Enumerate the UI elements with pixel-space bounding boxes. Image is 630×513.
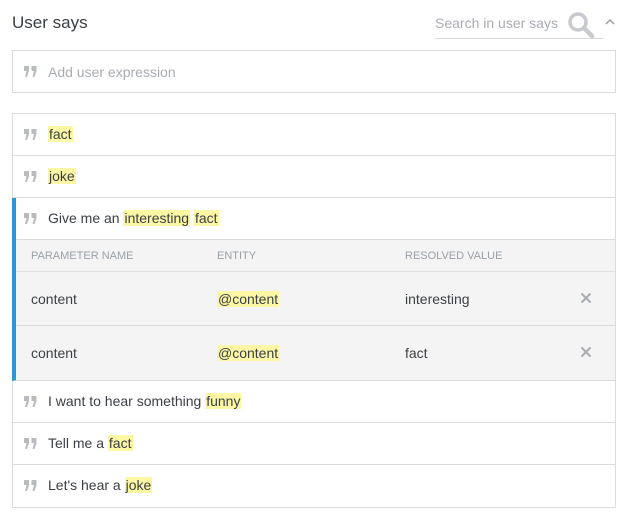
search-box[interactable]	[435, 9, 603, 39]
user-says-header: User says	[12, 0, 616, 46]
expression-row[interactable]: Give me an interesting fact	[16, 198, 615, 240]
resolved-value: fact	[405, 345, 428, 361]
quote-icon	[24, 66, 37, 77]
expression-list: fact joke Give me an interesting fact PARAM…	[12, 113, 616, 508]
expression-text: Let's hear a joke	[48, 477, 153, 493]
expression-segment: I want to hear something	[48, 393, 206, 409]
quote-icon	[24, 171, 37, 182]
parameter-table-header: PARAMETER NAME ENTITY RESOLVED VALUE	[16, 240, 615, 272]
section-title: User says	[12, 13, 88, 32]
parameter-table: PARAMETER NAME ENTITY RESOLVED VALUE conten…	[16, 240, 615, 380]
annotated-entity[interactable]: fact	[193, 210, 219, 226]
annotated-entity[interactable]: funny	[205, 393, 242, 409]
column-header: RESOLVED VALUE	[405, 250, 503, 262]
annotated-entity[interactable]: fact	[48, 126, 73, 142]
expression-text: joke	[48, 168, 76, 184]
expression-segment: Let's hear a	[48, 477, 125, 493]
column-header: PARAMETER NAME	[31, 250, 134, 262]
expression-segment: Give me an	[48, 210, 124, 226]
search-input[interactable]	[435, 13, 563, 33]
quote-icon	[24, 396, 37, 407]
expression-row[interactable]: Tell me a fact	[13, 423, 615, 465]
parameter-row: content @content fact	[16, 326, 615, 380]
entity-name: @content	[217, 291, 280, 307]
expression-text: Tell me a fact	[48, 435, 133, 451]
column-header: ENTITY	[217, 250, 257, 262]
expression-text: I want to hear something funny	[48, 393, 242, 409]
expression-row[interactable]: joke	[13, 156, 615, 198]
annotated-entity[interactable]: interesting	[123, 210, 191, 226]
parameter-name: content	[31, 291, 77, 307]
parameter-row: content @content interesting	[16, 272, 615, 326]
entity-name: @content	[217, 345, 280, 361]
annotated-entity[interactable]: joke	[124, 477, 153, 493]
annotated-entity[interactable]: joke	[48, 168, 76, 184]
quote-icon	[24, 213, 37, 224]
expanded-expression: Give me an interesting fact PARAMETER NAM…	[12, 198, 615, 381]
add-expression-box[interactable]	[12, 50, 616, 93]
expression-text: fact	[48, 126, 73, 142]
expression-text: Give me an interesting fact	[48, 210, 219, 226]
quote-icon	[24, 480, 37, 491]
expression-row[interactable]: Let's hear a joke	[13, 465, 615, 507]
expression-row[interactable]: fact	[13, 114, 615, 156]
add-expression-input[interactable]	[48, 62, 588, 82]
parameter-name: content	[31, 345, 77, 361]
quote-icon	[24, 438, 37, 449]
annotated-entity[interactable]: fact	[107, 435, 133, 451]
resolved-value: interesting	[405, 291, 470, 307]
chevron-up-icon[interactable]	[604, 16, 616, 28]
delete-parameter-icon[interactable]	[580, 346, 592, 358]
quote-icon	[24, 129, 37, 140]
expression-row[interactable]: I want to hear something funny	[13, 381, 615, 423]
search-icon[interactable]	[567, 11, 595, 39]
delete-parameter-icon[interactable]	[580, 292, 592, 304]
expression-segment: Tell me a	[48, 435, 108, 451]
